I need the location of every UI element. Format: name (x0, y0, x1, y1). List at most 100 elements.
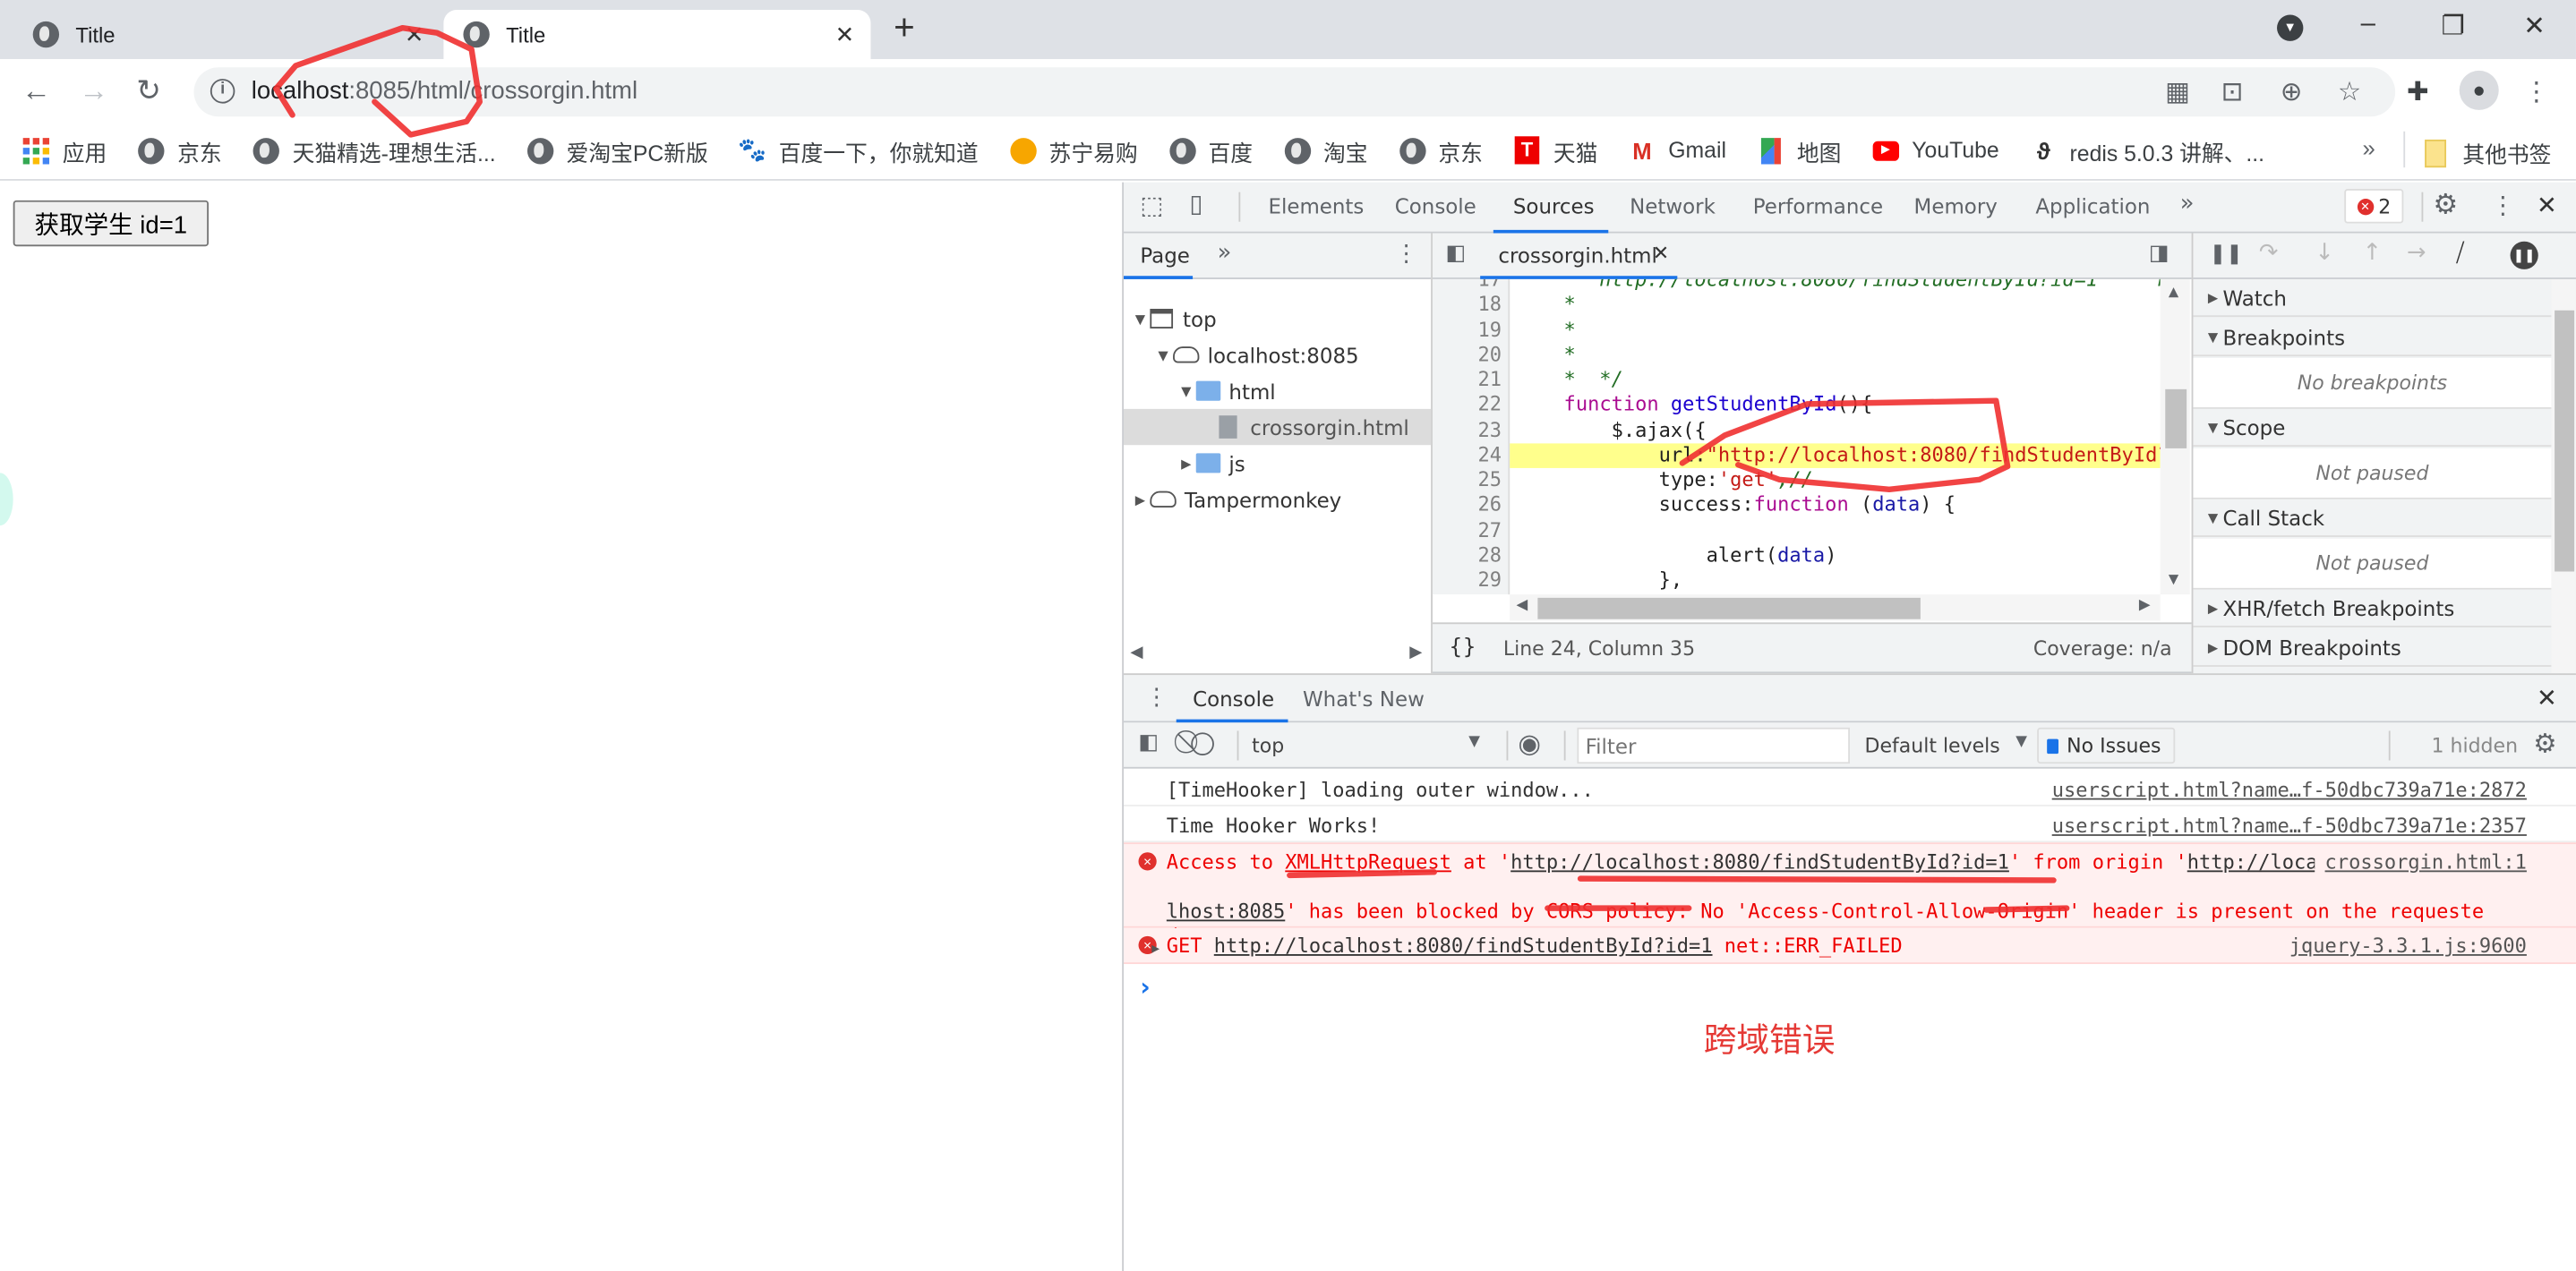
bookmark-item[interactable]: 淘宝 (1283, 134, 1367, 167)
bookmark-item[interactable]: 爱淘宝PC新版 (526, 134, 708, 167)
bookmark-item[interactable]: 🐾 百度一下，你就知道 (738, 134, 978, 167)
reload-button[interactable]: ↻ (136, 74, 161, 109)
browser-tab-2[interactable]: Title ✕ (443, 10, 871, 60)
code-line[interactable]: 22 function getStudentById(){ (1433, 393, 2161, 418)
debugger-section-header[interactable]: ▼ Breakpoints (2193, 318, 2552, 357)
back-button[interactable]: ← (21, 74, 51, 109)
bookmark-item[interactable]: 应用 (22, 134, 107, 167)
extensions-puzzle-icon[interactable]: ✚ (2407, 75, 2429, 108)
bookmark-item[interactable]: 京东 (1399, 134, 1483, 167)
bookmark-item[interactable]: 天猫精选-理想生活... (252, 134, 496, 167)
expand-triangle-icon[interactable]: ▶ (1151, 936, 1160, 961)
forward-button[interactable]: → (79, 74, 108, 109)
debugger-scrollbar[interactable] (2551, 278, 2576, 674)
step-over-icon[interactable]: ↷ (2259, 240, 2279, 266)
debugger-section-header[interactable]: ▶ Watch (2193, 278, 2552, 318)
inspect-element-icon[interactable]: ⬚ (1140, 191, 1163, 220)
close-drawer-icon[interactable]: ✕ (2537, 683, 2557, 712)
tab-search-icon[interactable]: ▼ (2277, 14, 2304, 41)
bookmark-item[interactable]: ▶ YouTube (1872, 137, 1999, 163)
restore-button[interactable]: ❐ (2442, 10, 2465, 43)
zoom-icon[interactable]: ⊕ (2281, 75, 2303, 108)
tree-item[interactable]: ▶ js (1124, 445, 1431, 481)
xhr-link[interactable]: XMLHttpRequest (1285, 850, 1451, 874)
console-prompt[interactable]: › (1140, 972, 1150, 1002)
debugger-section-header[interactable]: ▶ DOM Breakpoints (2193, 628, 2552, 667)
message-source-link[interactable]: userscript.html?name…f-50dbc739a71e:2872 (2052, 779, 2527, 804)
issues-button[interactable]: No Issues (2037, 727, 2176, 764)
drawer-tab-console[interactable]: Console (1193, 687, 1274, 712)
pause-icon[interactable]: ❚❚ (2210, 242, 2243, 265)
devtools-tab-sources[interactable]: Sources (1513, 194, 1595, 219)
line-number[interactable]: 23 (1433, 418, 1502, 443)
line-number[interactable]: 21 (1433, 368, 1502, 393)
tree-item[interactable]: ▶ Tampermonkey (1124, 482, 1431, 517)
debugger-section-header[interactable]: ▶ XHR/fetch Breakpoints (2193, 589, 2552, 627)
scrollbar-thumb[interactable] (2165, 388, 2187, 448)
bookmark-item[interactable]: ϑ redis 5.0.3 讲解、... (2031, 134, 2264, 167)
close-tab-icon[interactable]: ✕ (835, 21, 855, 48)
devtools-tab-network[interactable]: Network (1630, 194, 1716, 219)
close-window-button[interactable]: ✕ (2523, 10, 2546, 43)
close-devtools-icon[interactable]: ✕ (2537, 191, 2557, 220)
code-line[interactable]: 27 (1433, 518, 2161, 543)
message-source-link[interactable]: crossorgin.html:1 (2315, 850, 2527, 875)
code-line[interactable]: 19 * (1433, 318, 2161, 343)
scrollbar-thumb[interactable] (2555, 310, 2575, 572)
more-tabs-button[interactable]: » (2180, 191, 2195, 217)
drawer-menu-icon[interactable]: ⋮ (1145, 685, 1168, 711)
step-into-icon[interactable]: ↓ (2315, 240, 2334, 266)
devtools-tab-elements[interactable]: Elements (1268, 194, 1364, 219)
editor-file-tab[interactable]: crossorgin.html (1498, 243, 1657, 269)
live-expression-eye-icon[interactable]: ◉ (1518, 728, 1541, 759)
code-line[interactable]: 18 * (1433, 293, 2161, 318)
line-number[interactable]: 18 (1433, 293, 1502, 318)
pause-on-exceptions-icon[interactable]: ❚❚ (2510, 241, 2538, 269)
console-sidebar-icon[interactable]: ◧ (1139, 730, 1160, 755)
scroll-left-arrow[interactable]: ◀ (1130, 644, 1143, 661)
code-line[interactable]: 28 alert(data) (1433, 543, 2161, 568)
minimize-button[interactable]: – (2361, 10, 2375, 39)
scroll-right-arrow[interactable]: ▶ (1409, 644, 1422, 661)
other-bookmarks-folder[interactable]: 其他书签 (2425, 136, 2551, 169)
code-line[interactable]: 17 "http://localhost:8080/findStudentByI… (1433, 279, 2160, 293)
line-number[interactable]: 25 (1433, 468, 1502, 493)
line-number[interactable]: 24 (1433, 443, 1502, 468)
bookmarks-overflow-button[interactable]: » (2362, 134, 2375, 160)
console-filter-input[interactable] (1577, 727, 1850, 764)
close-tab-icon[interactable]: ✕ (405, 21, 424, 48)
collapsed-triangle-icon[interactable]: ▶ (1130, 492, 1150, 508)
line-number[interactable]: 19 (1433, 318, 1502, 343)
request-url-link[interactable]: http://localhost:8080/findStudentById?id… (1214, 934, 1713, 958)
origin-link[interactable]: http://loca (2187, 850, 2318, 874)
scrollbar-thumb[interactable] (1537, 597, 1921, 619)
code-line[interactable]: 26 success:function (data) { (1433, 493, 2161, 518)
code-line[interactable]: 23 $.ajax({ (1433, 418, 2161, 443)
tree-item[interactable]: ▼ localhost:8085 (1124, 337, 1431, 372)
deactivate-breakpoints-icon[interactable]: ⧸ (2456, 238, 2464, 268)
code-line[interactable]: 25 type:'get',// (1433, 468, 2161, 493)
bookmark-item[interactable]: 地图 (1758, 134, 1841, 167)
error-count-badge[interactable]: ✕ 2 (2344, 189, 2404, 224)
browser-tab-1[interactable]: Title ✕ (13, 10, 441, 59)
qr-code-icon[interactable]: ▦ (2165, 75, 2190, 108)
code-line[interactable]: 29 }, (1433, 568, 2161, 593)
device-toolbar-icon[interactable]: ▯ (1189, 189, 1202, 218)
line-number[interactable]: 28 (1433, 543, 1502, 568)
toggle-navigator-icon[interactable]: ◧ (1446, 242, 1467, 267)
tree-item[interactable]: ▼ html (1124, 372, 1431, 408)
code-editor[interactable]: 17 "http://localhost:8080/findStudentByI… (1432, 278, 2161, 595)
line-number[interactable]: 27 (1433, 518, 1502, 543)
code-line[interactable]: 21 * */ (1433, 368, 2161, 393)
chevron-down-icon[interactable]: ▼ (1468, 734, 1480, 750)
get-student-button[interactable]: 获取学生 id=1 (13, 200, 210, 247)
bookmark-item[interactable]: 京东 (138, 134, 222, 167)
origin-link-continued[interactable]: lhost:8085 (1167, 900, 1286, 923)
navigator-menu-icon[interactable]: ⋮ (1395, 242, 1418, 268)
editor-vertical-scrollbar[interactable]: ▲ ▼ (2160, 278, 2190, 595)
line-number[interactable]: 20 (1433, 343, 1502, 368)
devtools-tab-performance[interactable]: Performance (1753, 194, 1883, 219)
context-selector[interactable]: top (1252, 734, 1284, 757)
bookmark-star-icon[interactable]: ☆ (2338, 75, 2361, 108)
devtools-tab-memory[interactable]: Memory (1914, 194, 1998, 219)
